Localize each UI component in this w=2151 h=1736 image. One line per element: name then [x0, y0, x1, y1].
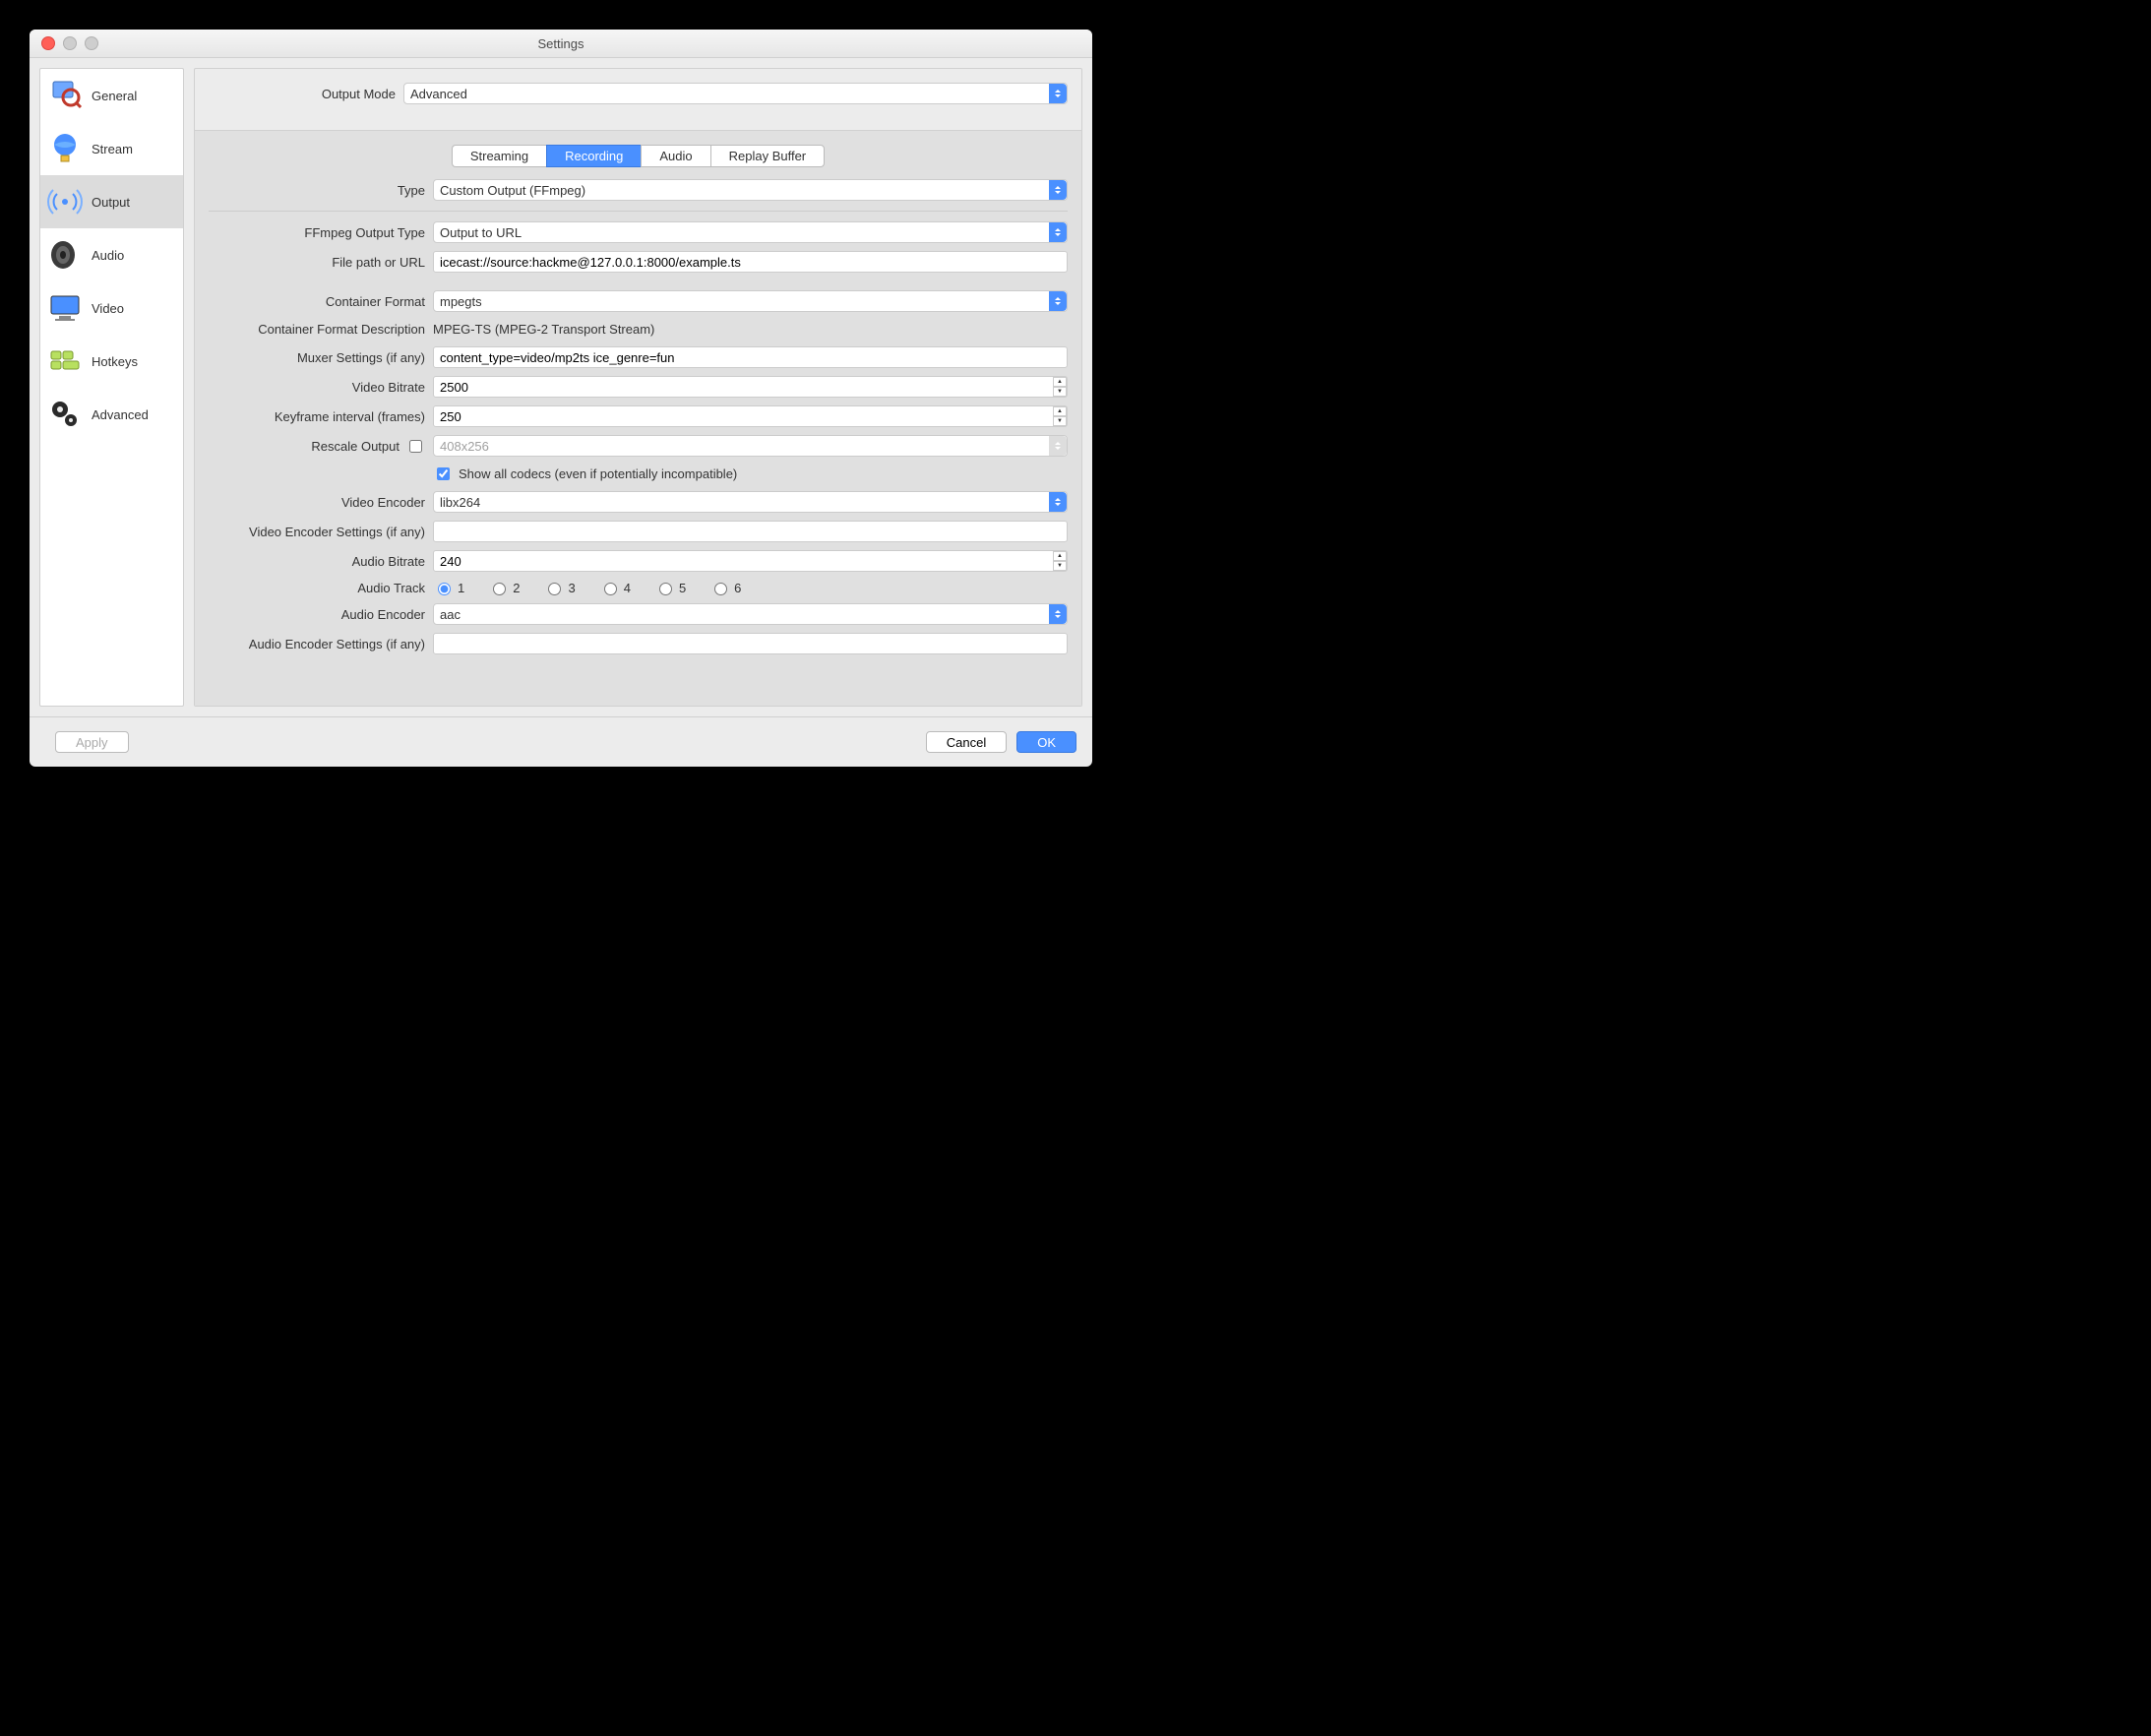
video-encoder-select[interactable]: libx264: [433, 491, 1068, 513]
sidebar-item-label: Advanced: [92, 407, 149, 422]
sidebar-item-stream[interactable]: Stream: [40, 122, 183, 175]
content-area: General Stream Output Audio: [30, 58, 1092, 716]
audio-encoder-select[interactable]: aac: [433, 603, 1068, 625]
rescale-output-select[interactable]: 408x256: [433, 435, 1068, 457]
apply-button[interactable]: Apply: [55, 731, 129, 753]
type-label: Type: [209, 183, 433, 198]
audio-track-radio-group: 1 2 3 4 5 6: [433, 580, 1068, 595]
chevron-updown-icon: [1049, 84, 1067, 103]
show-all-codecs-checkbox[interactable]: [437, 467, 450, 480]
recording-type-select[interactable]: Custom Output (FFmpeg): [433, 179, 1068, 201]
container-desc-value: MPEG-TS (MPEG-2 Transport Stream): [433, 320, 1068, 339]
chevron-updown-icon: [1049, 222, 1067, 242]
broadcast-icon: [46, 183, 84, 220]
audio-encoder-value: aac: [440, 607, 461, 622]
audio-track-option-6[interactable]: 6: [709, 580, 741, 595]
globe-icon: [46, 130, 84, 167]
sidebar-item-label: Video: [92, 301, 124, 316]
separator: [209, 211, 1068, 212]
audio-track-option-4[interactable]: 4: [599, 580, 631, 595]
settings-sidebar: General Stream Output Audio: [39, 68, 184, 707]
window-title: Settings: [30, 36, 1092, 51]
audio-track-label: Audio Track: [209, 581, 433, 595]
keyframe-input[interactable]: [433, 405, 1068, 427]
rescale-output-label: Rescale Output: [311, 439, 399, 454]
gears-icon: [46, 396, 84, 433]
tab-recording[interactable]: Recording: [546, 145, 641, 167]
chevron-down-icon: [1049, 436, 1067, 456]
container-format-select[interactable]: mpegts: [433, 290, 1068, 312]
ffmpeg-output-type-select[interactable]: Output to URL: [433, 221, 1068, 243]
recording-type-value: Custom Output (FFmpeg): [440, 183, 585, 198]
tab-streaming[interactable]: Streaming: [452, 145, 546, 167]
output-tabs: Streaming Recording Audio Replay Buffer: [209, 145, 1068, 167]
keyframe-stepper[interactable]: ▲▼: [1053, 406, 1067, 426]
video-encoder-settings-input[interactable]: [433, 521, 1068, 542]
audio-track-option-2[interactable]: 2: [488, 580, 520, 595]
rescale-output-placeholder: 408x256: [440, 439, 489, 454]
audio-track-option-1[interactable]: 1: [433, 580, 464, 595]
container-format-value: mpegts: [440, 294, 482, 309]
tab-audio[interactable]: Audio: [641, 145, 709, 167]
sidebar-item-audio[interactable]: Audio: [40, 228, 183, 281]
video-bitrate-stepper[interactable]: ▲▼: [1053, 377, 1067, 397]
video-encoder-settings-label: Video Encoder Settings (if any): [209, 525, 433, 539]
file-path-label: File path or URL: [209, 255, 433, 270]
chevron-updown-icon: [1049, 180, 1067, 200]
sidebar-item-video[interactable]: Video: [40, 281, 183, 335]
sidebar-item-label: General: [92, 89, 137, 103]
container-format-label: Container Format: [209, 294, 433, 309]
audio-encoder-settings-input[interactable]: [433, 633, 1068, 654]
cancel-button[interactable]: Cancel: [926, 731, 1007, 753]
wrench-icon: [46, 77, 84, 114]
sidebar-item-advanced[interactable]: Advanced: [40, 388, 183, 441]
audio-bitrate-label: Audio Bitrate: [209, 554, 433, 569]
keyframe-label: Keyframe interval (frames): [209, 409, 433, 424]
audio-encoder-label: Audio Encoder: [209, 607, 433, 622]
video-encoder-label: Video Encoder: [209, 495, 433, 510]
speaker-icon: [46, 236, 84, 274]
ffmpeg-output-type-value: Output to URL: [440, 225, 522, 240]
monitor-icon: [46, 289, 84, 327]
chevron-updown-icon: [1049, 291, 1067, 311]
show-all-codecs-checkbox-label[interactable]: Show all codecs (even if potentially inc…: [433, 465, 1068, 483]
muxer-settings-input[interactable]: [433, 346, 1068, 368]
chevron-updown-icon: [1049, 492, 1067, 512]
output-panel: Output Mode Advanced Streaming Recording…: [194, 68, 1082, 707]
audio-track-option-3[interactable]: 3: [543, 580, 575, 595]
keyboard-icon: [46, 342, 84, 380]
tab-replay-buffer[interactable]: Replay Buffer: [710, 145, 826, 167]
ffmpeg-output-type-label: FFmpeg Output Type: [209, 225, 433, 240]
sidebar-item-hotkeys[interactable]: Hotkeys: [40, 335, 183, 388]
dialog-footer: Apply Cancel OK: [30, 716, 1092, 767]
sidebar-item-label: Audio: [92, 248, 124, 263]
output-mode-select[interactable]: Advanced: [403, 83, 1068, 104]
sidebar-item-label: Output: [92, 195, 130, 210]
video-encoder-value: libx264: [440, 495, 480, 510]
audio-bitrate-input[interactable]: [433, 550, 1068, 572]
container-desc-label: Container Format Description: [209, 322, 433, 337]
audio-track-option-5[interactable]: 5: [654, 580, 686, 595]
sidebar-item-general[interactable]: General: [40, 69, 183, 122]
output-mode-value: Advanced: [410, 87, 467, 101]
audio-bitrate-stepper[interactable]: ▲▼: [1053, 551, 1067, 571]
file-path-input[interactable]: [433, 251, 1068, 273]
sidebar-item-output[interactable]: Output: [40, 175, 183, 228]
titlebar: Settings: [30, 30, 1092, 58]
muxer-settings-label: Muxer Settings (if any): [209, 350, 433, 365]
video-bitrate-input[interactable]: [433, 376, 1068, 398]
show-all-codecs-text: Show all codecs (even if potentially inc…: [459, 466, 737, 481]
sidebar-item-label: Hotkeys: [92, 354, 138, 369]
settings-window: Settings General Stream Output: [30, 30, 1092, 767]
ok-button[interactable]: OK: [1016, 731, 1076, 753]
chevron-updown-icon: [1049, 604, 1067, 624]
rescale-output-checkbox[interactable]: [409, 440, 422, 453]
output-mode-label: Output Mode: [209, 87, 403, 101]
audio-encoder-settings-label: Audio Encoder Settings (if any): [209, 637, 433, 651]
video-bitrate-label: Video Bitrate: [209, 380, 433, 395]
sidebar-item-label: Stream: [92, 142, 133, 156]
